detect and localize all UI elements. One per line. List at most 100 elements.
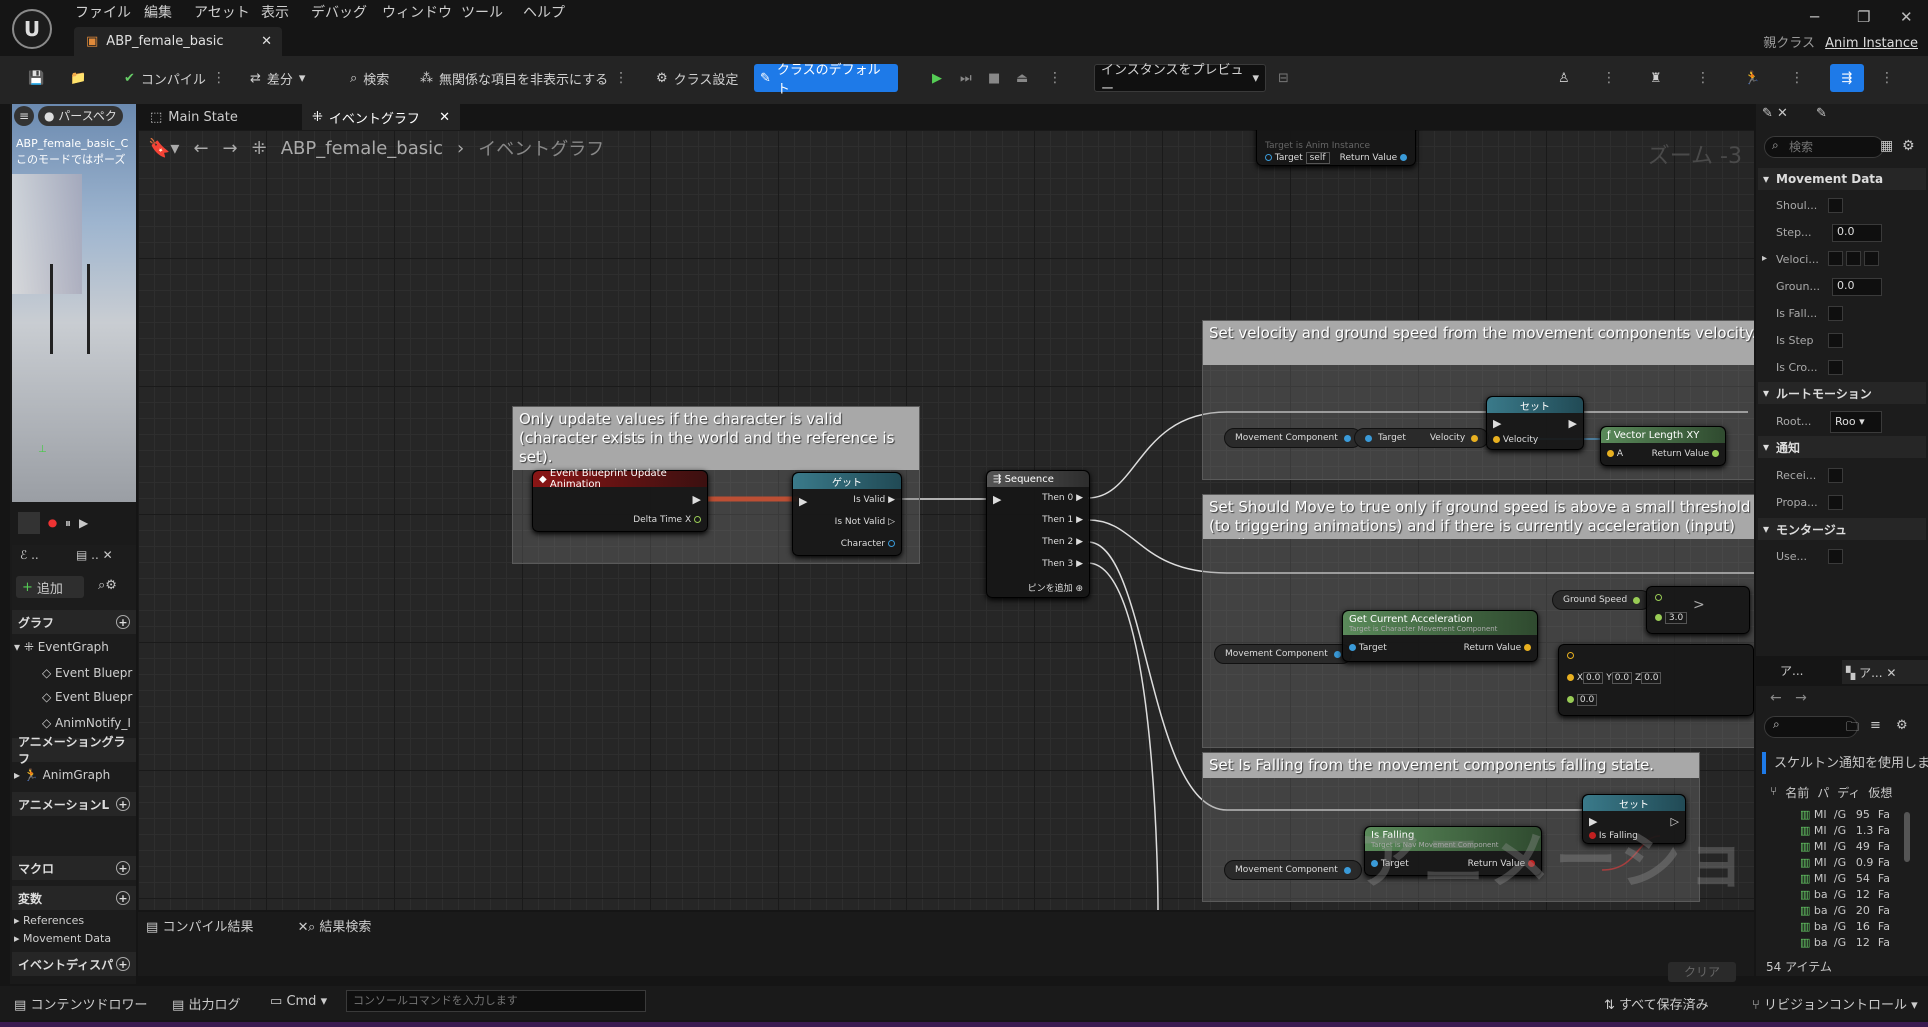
animation-mode-icon[interactable]: 🏃 xyxy=(1738,64,1766,92)
add-dispatcher-icon[interactable]: + xyxy=(116,957,130,971)
asset-row[interactable]: ▥ MI/G 95 Fa xyxy=(1800,808,1900,821)
event-dispatchers-section[interactable]: イベントディスパ + xyxy=(12,952,136,976)
console-command-input[interactable] xyxy=(346,990,646,1012)
then-3-pin[interactable]: Then 3 ▶ xyxy=(1042,559,1083,569)
node-not-equal-vector[interactable]: X 0.0 Y 0.0 Z 0.0 0.0 xyxy=(1558,644,1754,716)
add-graph-icon[interactable]: + xyxy=(116,615,130,629)
exec-out-pin[interactable]: ▶ xyxy=(693,493,701,506)
get-exec-in-pin[interactable]: ▶ xyxy=(799,495,807,508)
asset-browser-tab[interactable]: ▚ ア... ✕ xyxy=(1842,660,1928,684)
vector-length-return-pin[interactable]: Return Value xyxy=(1652,449,1719,459)
var-group-movement[interactable]: ▸ Movement Data xyxy=(14,932,111,945)
asset-row[interactable]: ▥ ba/G 20 Fa xyxy=(1800,904,1900,917)
not-equal-a-pin[interactable] xyxy=(1567,651,1574,661)
set-velocity-input-pin[interactable]: Velocity xyxy=(1493,435,1538,445)
animation-options-icon[interactable]: ⋮ xyxy=(1784,64,1810,92)
revision-control-button[interactable]: ⑂ リビジョンコントロール ▾ xyxy=(1752,994,1918,1013)
asset-row[interactable]: ▥ MI/G 1.3 Fa xyxy=(1800,824,1900,837)
cmd-dropdown[interactable]: ▭ Cmd ▾ xyxy=(270,994,327,1009)
acceleration-target-pin[interactable]: Target xyxy=(1349,643,1387,653)
not-equal-tolerance-pin[interactable]: 0.0 xyxy=(1567,694,1598,706)
node-event-update-animation[interactable]: ◆ Event Blueprint Update Animation ▶ Del… xyxy=(532,468,708,532)
asset-tab[interactable]: ▣ ABP_female_basic ✕ xyxy=(74,27,282,56)
close-tab-icon[interactable]: ✕ xyxy=(298,920,309,935)
then-1-pin[interactable]: Then 1 ▶ xyxy=(1042,515,1083,525)
add-pin-button[interactable]: ピンを追加 ⊕ xyxy=(1028,581,1083,594)
diff-button[interactable]: ⇄ 差分 ▾ xyxy=(244,64,311,92)
vector-length-a-pin[interactable]: A xyxy=(1607,449,1623,459)
partial-node-top[interactable]: Target is Anim Instance Target self Retu… xyxy=(1256,130,1416,166)
expand-velocity-icon[interactable]: ▸ xyxy=(1762,253,1767,264)
macros-section[interactable]: マクロ + xyxy=(12,856,136,880)
node-get[interactable]: ゲット ▶ Is Valid ▶ Is Not Valid ▷ Characte… xyxy=(792,472,902,556)
z-value[interactable]: 0.0 xyxy=(1641,672,1662,684)
graph-canvas[interactable]: 🔖▾ ← → ⁜ ABP_female_basic › イベントグラフ ズーム … xyxy=(138,130,1754,910)
hide-unrelated-button[interactable]: ⁂ 無関係な項目を非表示にする ⋮ xyxy=(414,64,634,92)
delta-time-pin[interactable]: Delta Time X xyxy=(633,515,701,525)
get-velocity-node[interactable]: Target Velocity xyxy=(1354,428,1490,448)
filter-icon[interactable]: ≡ xyxy=(1870,718,1881,733)
details-search-input[interactable] xyxy=(1764,136,1884,158)
menu-help[interactable]: ヘルプ xyxy=(523,2,565,22)
movement-component-getter-3[interactable]: Movement Component xyxy=(1224,860,1362,880)
var-group-references[interactable]: ▸ References xyxy=(14,914,84,927)
close-window-icon[interactable]: ✕ xyxy=(1900,8,1913,26)
velocity-x-field[interactable] xyxy=(1828,251,1843,266)
my-blueprint-tab-2[interactable]: ▤ .. ✕ xyxy=(76,548,113,562)
root-motion-dropdown[interactable]: Roo ▾ xyxy=(1830,411,1882,433)
preview-instance-dropdown[interactable]: インスタンスをプレビュー ▾ xyxy=(1094,63,1266,97)
compile-results-tab[interactable]: ▤ コンパイル結果 ✕ xyxy=(146,916,309,935)
tolerance-value[interactable]: 0.0 xyxy=(1576,694,1598,706)
parent-class-link[interactable]: Anim Instance xyxy=(1825,36,1918,51)
folder-icon[interactable]: 🗀 xyxy=(1846,718,1859,740)
ground-speed-input[interactable]: 0.0 xyxy=(1832,278,1882,296)
section-montage[interactable]: ▾ モンタージュ xyxy=(1758,518,1926,540)
eject-icon[interactable]: ⏏ xyxy=(1010,64,1034,92)
section-root-motion[interactable]: ▾ ルートモーション xyxy=(1758,382,1926,404)
add-layer-icon[interactable]: + xyxy=(116,797,130,811)
debug-filter-icon[interactable]: ⊟ xyxy=(1272,64,1295,92)
close-tab-icon[interactable]: ✕ xyxy=(1886,666,1896,680)
is-not-valid-pin[interactable]: Is Not Valid ▷ xyxy=(835,517,895,527)
asset-row[interactable]: ▥ ba/G 16 Fa xyxy=(1800,920,1900,933)
character-pin[interactable]: Character xyxy=(841,539,895,549)
then-0-pin[interactable]: Then 0 ▶ xyxy=(1042,493,1083,503)
not-equal-b-pin[interactable]: X 0.0 Y 0.0 Z 0.0 xyxy=(1567,672,1662,684)
add-variable-icon[interactable]: + xyxy=(116,891,130,905)
record-icon[interactable]: ⏺ xyxy=(48,513,57,534)
greater-b-pin[interactable]: 3.0 xyxy=(1655,612,1688,624)
save-icon[interactable]: 💾 xyxy=(22,64,50,92)
compile-button[interactable]: ✔ コンパイル ⋮ xyxy=(118,64,232,92)
details-tab-icon[interactable]: ✎ ✕ xyxy=(1762,106,1788,121)
col-virtual[interactable]: 仮想 xyxy=(1868,784,1892,801)
search-gear-icon[interactable]: ⌕⚙ xyxy=(98,578,117,593)
save-all-status[interactable]: ⇅ すべて保存済み xyxy=(1604,994,1709,1013)
stop-icon[interactable]: ■ xyxy=(982,64,1006,92)
find-results-tab[interactable]: ⌕ 結果検索 xyxy=(308,916,371,935)
velocity-z-field[interactable] xyxy=(1864,251,1879,266)
section-notify[interactable]: ▾ 通知 xyxy=(1758,436,1926,458)
output-log-button[interactable]: ▤ 出力ログ xyxy=(172,994,240,1013)
perspective-button[interactable]: ● パースペク xyxy=(38,106,123,126)
play-options-icon[interactable]: ⋮ xyxy=(1042,64,1068,92)
asset-row[interactable]: ▥ MI/G 0.9 Fa xyxy=(1800,856,1900,869)
node-set-velocity[interactable]: セット ▶ ▶ Velocity xyxy=(1486,396,1584,450)
col-disk[interactable]: ディ xyxy=(1837,784,1860,801)
movement-component-getter-1[interactable]: Movement Component xyxy=(1224,428,1362,448)
tree-event-item-3[interactable]: ◇ AnimNotify_I xyxy=(42,716,131,730)
play-forward-icon[interactable]: ▶ xyxy=(79,516,88,530)
sequence-exec-in-pin[interactable]: ▶ xyxy=(993,493,1001,506)
mesh-options-icon[interactable]: ⋮ xyxy=(1690,64,1716,92)
anim-graphs-section[interactable]: アニメーショングラフ xyxy=(12,735,136,766)
details-tab-2-icon[interactable]: ✎ xyxy=(1816,106,1827,121)
section-movement-data[interactable]: ▾ Movement Data xyxy=(1758,168,1926,190)
content-drawer-button[interactable]: ▤ コンテンツドロワー xyxy=(14,994,147,1013)
set-velocity-exec-pin[interactable]: ▶ xyxy=(1493,417,1501,430)
asset-row[interactable]: ▥ ba/G 12 Fa xyxy=(1800,936,1900,949)
preview-viewport[interactable]: ≡ ● パースペク ABP_female_basic_C このモードではポーズ … xyxy=(12,104,136,502)
menu-asset[interactable]: アセット xyxy=(194,2,250,22)
hide-options-icon[interactable]: ⋮ xyxy=(614,70,628,86)
step-input[interactable]: 0.0 xyxy=(1832,224,1882,242)
graphs-section[interactable]: グラフ + xyxy=(12,610,136,634)
acceleration-return-pin[interactable]: Return Value xyxy=(1464,643,1531,653)
